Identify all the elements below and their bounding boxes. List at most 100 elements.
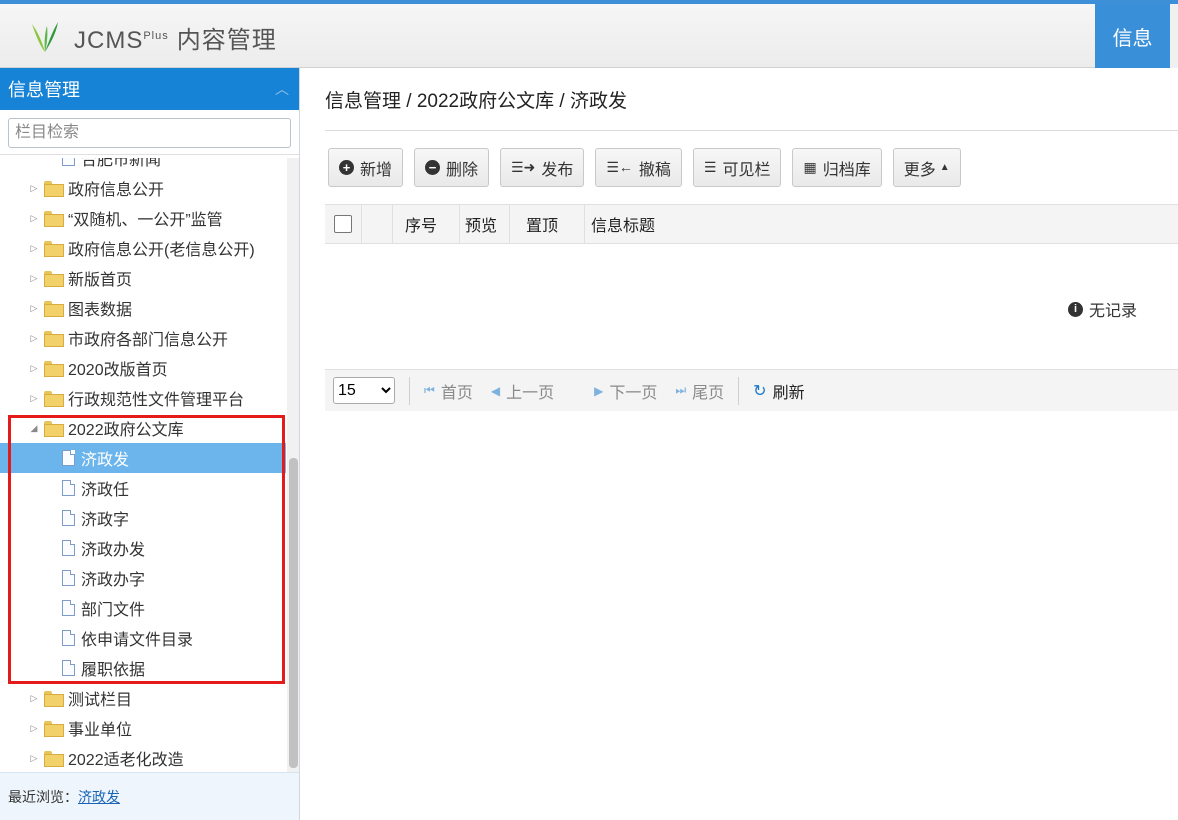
document-icon bbox=[62, 630, 75, 646]
info-icon: i bbox=[1068, 301, 1083, 317]
tree-item[interactable]: 济政办发 bbox=[0, 533, 286, 563]
publish-button[interactable]: ☰➜ 发布 bbox=[500, 148, 585, 187]
page-size-select[interactable]: 15 bbox=[333, 377, 395, 404]
collapsed-arrow-icon[interactable]: ▷ bbox=[28, 273, 40, 284]
next-page-button[interactable]: ▶ 下一页 bbox=[594, 379, 657, 403]
sidebar-title: 信息管理 bbox=[8, 80, 80, 100]
tree-item[interactable]: 济政发 bbox=[0, 443, 286, 473]
brand-name: JCMSPlus 内容管理 bbox=[74, 26, 277, 54]
expanded-arrow-icon[interactable]: ◢ bbox=[28, 423, 40, 434]
tree-item-label: 事业单位 bbox=[68, 722, 133, 739]
collapse-icon[interactable]: ︿ bbox=[275, 79, 289, 99]
collapsed-arrow-icon[interactable]: ▷ bbox=[28, 243, 40, 254]
collapsed-arrow-icon[interactable]: ▷ bbox=[28, 303, 40, 314]
tree-item[interactable]: ▷ 2022适老化改造 bbox=[0, 743, 286, 772]
collapsed-arrow-icon[interactable]: ▷ bbox=[28, 333, 40, 344]
column-search-input[interactable] bbox=[8, 118, 291, 148]
tree-item-label: 合肥市新闻 bbox=[81, 158, 162, 169]
tree-item[interactable]: ▷ 事业单位 bbox=[0, 713, 286, 743]
first-page-button[interactable]: ⏮ 首页 bbox=[424, 379, 473, 403]
col-title[interactable]: 信息标题 bbox=[585, 205, 1178, 243]
tree-item[interactable]: ▷ 行政规范性文件管理平台 bbox=[0, 383, 286, 413]
tree-item[interactable]: 济政办字 bbox=[0, 563, 286, 593]
folder-icon bbox=[44, 271, 64, 287]
document-icon bbox=[62, 510, 75, 526]
leaf-logo-icon bbox=[32, 22, 58, 52]
select-all-cell bbox=[325, 205, 362, 243]
tree-item-label: “双随机、一公开”监管 bbox=[68, 212, 223, 229]
app-logo: JCMSPlus 内容管理 bbox=[26, 18, 277, 56]
tree-item-label: 市政府各部门信息公开 bbox=[68, 332, 229, 349]
col-index[interactable]: 序号 bbox=[393, 205, 460, 243]
tree-item[interactable]: ▷ 2020改版首页 bbox=[0, 353, 286, 383]
tree-item-label: 测试栏目 bbox=[68, 692, 133, 709]
divider bbox=[325, 130, 1178, 131]
tree-item[interactable]: 依申请文件目录 bbox=[0, 623, 286, 653]
folder-icon bbox=[44, 361, 64, 377]
add-button[interactable]: + 新增 bbox=[328, 148, 404, 187]
refresh-label: 刷新 bbox=[772, 384, 805, 402]
document-icon bbox=[62, 600, 75, 616]
archive-button[interactable]: ▦ 归档库 bbox=[792, 148, 882, 187]
folder-icon bbox=[44, 691, 64, 707]
next-page-icon: ▶ bbox=[594, 383, 604, 398]
column-tree: 合肥市新闻 ▷ 政府信息公开 ▷ “双随机、一公开”监管 ▷ 政府信息公开(老信息公开) ▷ 新… bbox=[0, 158, 286, 772]
top-tab-edge bbox=[1170, 4, 1178, 68]
document-icon bbox=[62, 158, 75, 166]
tree-item[interactable]: 履职依据 bbox=[0, 653, 286, 683]
tree-item-label: 2022适老化改造 bbox=[68, 752, 184, 769]
sidebar-search bbox=[0, 110, 299, 155]
tree-item[interactable]: ▷ 新版首页 bbox=[0, 263, 286, 293]
pager-separator bbox=[738, 376, 740, 405]
tree-item-label: 政府信息公开 bbox=[68, 182, 165, 199]
prev-page-icon: ◀ bbox=[490, 383, 501, 398]
top-tab-info[interactable]: 信息 bbox=[1095, 4, 1170, 68]
recent-link[interactable]: 济政发 bbox=[78, 787, 120, 807]
tree-item-label: 济政任 bbox=[81, 482, 130, 499]
tree-item[interactable]: ▷ “双随机、一公开”监管 bbox=[0, 203, 286, 233]
refresh-button[interactable]: ↻ 刷新 bbox=[753, 379, 804, 403]
folder-icon bbox=[44, 211, 64, 227]
more-button[interactable]: 更多 ▲ bbox=[892, 148, 961, 187]
collapsed-arrow-icon[interactable]: ▷ bbox=[28, 213, 40, 224]
document-icon bbox=[62, 450, 75, 466]
tree-item-label: 济政字 bbox=[81, 512, 130, 529]
tree-item[interactable]: 部门文件 bbox=[0, 593, 286, 623]
folder-icon bbox=[44, 301, 64, 317]
collapsed-arrow-icon[interactable]: ▷ bbox=[28, 753, 40, 764]
select-all-checkbox[interactable] bbox=[334, 215, 352, 233]
document-icon bbox=[62, 660, 75, 676]
recent-label: 最近浏览： bbox=[8, 788, 78, 805]
first-page-label: 首页 bbox=[440, 384, 473, 402]
publish-label: 发布 bbox=[541, 161, 574, 179]
withdraw-button[interactable]: ☰← 撤稿 bbox=[595, 148, 682, 187]
blank-col bbox=[362, 205, 393, 243]
delete-button[interactable]: − 删除 bbox=[414, 148, 490, 187]
tree-item[interactable]: ▷ 政府信息公开(老信息公开) bbox=[0, 233, 286, 263]
columns-button[interactable]: ☰ 可见栏 bbox=[692, 148, 782, 187]
last-page-button[interactable]: ⏭ 尾页 bbox=[675, 379, 724, 403]
prev-page-button[interactable]: ◀ 上一页 bbox=[491, 379, 554, 403]
tree-item[interactable]: 济政任 bbox=[0, 473, 286, 503]
document-icon bbox=[62, 570, 75, 586]
tree-item[interactable]: ▷ 测试栏目 bbox=[0, 683, 286, 713]
breadcrumb: 信息管理 / 2022政府公文库 / 济政发 bbox=[325, 91, 627, 112]
tree-item[interactable]: ▷ 政府信息公开 bbox=[0, 173, 286, 203]
scrollbar-thumb[interactable] bbox=[289, 458, 298, 768]
tree-item[interactable]: ◢ 2022政府公文库 bbox=[0, 413, 286, 443]
tree-item[interactable]: ▷ 市政府各部门信息公开 bbox=[0, 323, 286, 353]
tree-item[interactable]: 济政字 bbox=[0, 503, 286, 533]
collapsed-arrow-icon[interactable]: ▷ bbox=[28, 693, 40, 704]
col-preview[interactable]: 预览 bbox=[460, 205, 510, 243]
sidebar-scrollbar[interactable] bbox=[287, 158, 299, 772]
collapsed-arrow-icon[interactable]: ▷ bbox=[28, 723, 40, 734]
tree-item[interactable]: 合肥市新闻 bbox=[0, 158, 286, 173]
col-top[interactable]: 置顶 bbox=[510, 205, 585, 243]
tree-item-label: 履职依据 bbox=[81, 662, 146, 679]
table-header: 序号 预览 置顶 信息标题 bbox=[325, 204, 1178, 244]
collapsed-arrow-icon[interactable]: ▷ bbox=[28, 393, 40, 404]
tree-item[interactable]: ▷ 图表数据 bbox=[0, 293, 286, 323]
tree-item-label: 图表数据 bbox=[68, 302, 133, 319]
collapsed-arrow-icon[interactable]: ▷ bbox=[28, 363, 40, 374]
collapsed-arrow-icon[interactable]: ▷ bbox=[28, 183, 40, 194]
